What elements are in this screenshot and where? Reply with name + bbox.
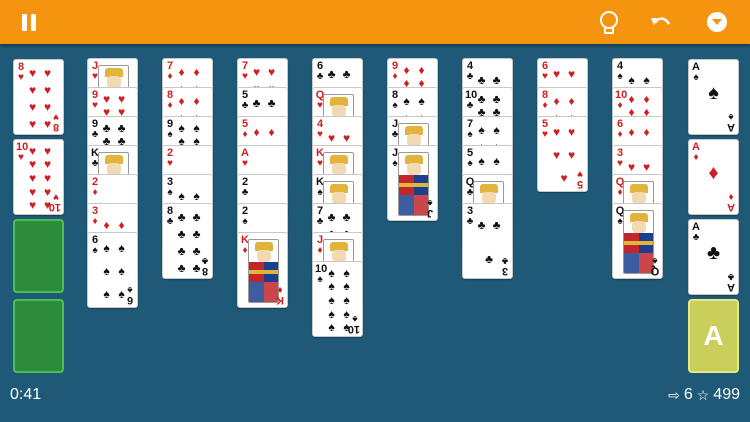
card-corner-bottom: 5 ♥	[576, 168, 584, 190]
timer: 0:41	[10, 386, 42, 403]
foundation-slot-label: A	[703, 320, 724, 351]
card-corner-bottom: A ♦	[727, 191, 735, 213]
ace-pip: ♦	[708, 162, 719, 184]
moves-count: 6	[683, 386, 693, 403]
card[interactable]: Q ♠ Q ♠	[612, 203, 663, 279]
ace-pip: ♠	[708, 82, 719, 104]
card[interactable]: 8 ♣ ♣ ♣ ♣ ♣ ♣ ♣ ♣ ♣ 8 ♣	[162, 203, 213, 279]
card-corner-bottom: 6 ♠	[126, 284, 134, 306]
top-toolbar	[0, 0, 750, 44]
score-value: 499	[713, 386, 740, 403]
card[interactable]: 3 ♣ ♣ ♣ ♣ 3 ♣	[462, 203, 513, 279]
card-corner-bottom: A ♠	[727, 111, 735, 133]
hint-button[interactable]	[592, 7, 622, 37]
moves-arrow-icon: ⇨	[668, 386, 680, 403]
card[interactable]: 8 ♥ ♥ ♥ ♥ ♥ ♥ ♥ ♥ ♥ 8 ♥	[13, 59, 64, 135]
card-corner-bottom: 8 ♣	[201, 255, 209, 277]
card-corner-bottom: J ♠	[426, 197, 434, 219]
card-corner-bottom: Q ♠	[650, 255, 660, 277]
menu-button[interactable]	[702, 7, 732, 37]
pause-icon	[20, 13, 38, 31]
pause-button[interactable]	[14, 7, 44, 37]
card-corner-bottom: 8 ♥	[52, 111, 60, 133]
card[interactable]: 10 ♠ ♠ ♠ ♠ ♠ ♠ ♠ ♠ ♠ ♠ ♠ 10 ♠	[312, 261, 363, 337]
card-corner: A ♦	[691, 142, 701, 163]
card-corner: A ♥	[240, 148, 250, 169]
card[interactable]: 6 ♠ ♠ ♠ ♠ ♠ ♠ ♠ 6 ♠	[87, 232, 138, 308]
lightbulb-icon	[598, 11, 618, 34]
card[interactable]: A ♣ ♣ A ♣	[688, 219, 739, 295]
undo-icon	[651, 17, 671, 25]
empty-free-cell[interactable]	[13, 219, 64, 293]
stats: ⇨ 6 ☆ 499	[668, 386, 740, 404]
card[interactable]: J ♠ J ♠	[387, 145, 438, 221]
card[interactable]: A ♦ ♦ A ♦	[688, 139, 739, 215]
card-corner-bottom: 3 ♣	[501, 255, 509, 277]
card[interactable]: 5 ♥ ♥ ♥ ♥ ♥ ♥ 5 ♥	[537, 116, 588, 192]
empty-free-cell[interactable]	[13, 299, 64, 373]
card[interactable]: A ♠ ♠ A ♠	[688, 59, 739, 135]
card-corner: A ♠	[691, 62, 701, 83]
card-corner-bottom: 10 ♠	[347, 313, 360, 335]
card[interactable]: 10 ♥ ♥ ♥ ♥ ♥ ♥ ♥ ♥ ♥ ♥ ♥ 10 ♥	[13, 139, 64, 215]
card-corner-bottom: K ♦	[276, 284, 284, 306]
undo-button[interactable]	[646, 7, 676, 37]
empty-foundation-slot[interactable]: A	[688, 299, 739, 373]
card-corner: A ♣	[691, 222, 701, 243]
card-corner-bottom: A ♣	[727, 271, 735, 293]
star-icon: ☆	[696, 386, 710, 403]
card[interactable]: K ♦ K ♦	[237, 232, 288, 308]
ace-pip: ♣	[706, 242, 721, 264]
card-corner-bottom: 10 ♥	[48, 191, 61, 213]
chevron-down-circle-icon	[707, 12, 727, 32]
